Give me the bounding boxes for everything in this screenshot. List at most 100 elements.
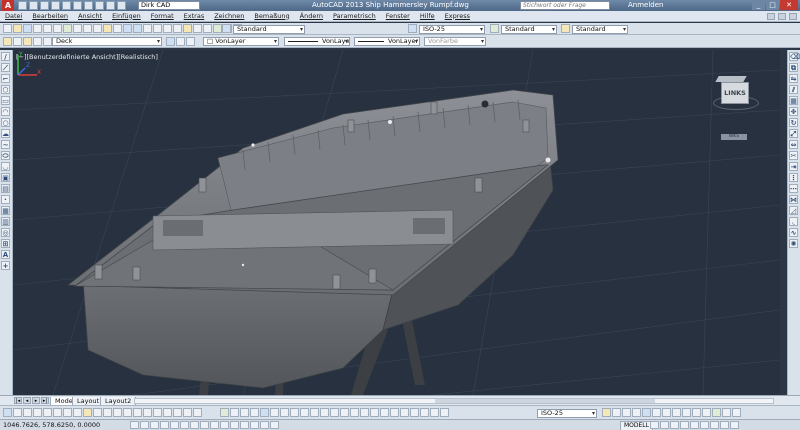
zoom-3d-icon[interactable]	[662, 408, 671, 417]
erase-icon[interactable]: ⌫	[789, 52, 800, 61]
view-icon[interactable]	[642, 408, 651, 417]
ucs-zaxis-icon[interactable]	[330, 408, 339, 417]
menu-bearbeiten[interactable]: Bearbeiten	[27, 11, 73, 22]
ucs-view-icon[interactable]	[310, 408, 319, 417]
sign-in-button[interactable]: Anmelden	[628, 1, 663, 10]
mleader-style-icon[interactable]	[561, 24, 570, 33]
ucs-object-icon[interactable]	[300, 408, 309, 417]
table-icon[interactable]: ⊞	[1, 239, 10, 248]
wcs-menu[interactable]: WKS	[721, 134, 747, 140]
hardware-acceleration-icon[interactable]	[720, 421, 729, 429]
isolate-objects-icon[interactable]	[710, 421, 719, 429]
materials-icon[interactable]	[702, 408, 711, 417]
fly-icon[interactable]	[430, 408, 439, 417]
open-file-icon[interactable]	[29, 1, 38, 10]
design-center-icon[interactable]	[193, 24, 202, 33]
pan-icon[interactable]	[143, 24, 152, 33]
insert-block-icon[interactable]: ▣	[1, 173, 10, 182]
ucs-previous-icon[interactable]	[280, 408, 289, 417]
linear-dim-icon[interactable]	[3, 408, 12, 417]
image-icon[interactable]	[240, 408, 249, 417]
menu-format[interactable]: Format	[146, 11, 179, 22]
stretch-icon[interactable]: ⇔	[789, 140, 798, 149]
continue-icon[interactable]	[103, 408, 112, 417]
print-preview-icon[interactable]	[43, 24, 52, 33]
ucs-apply-icon[interactable]	[380, 408, 389, 417]
block-editor-icon[interactable]	[113, 24, 122, 33]
orbit-icon[interactable]	[440, 408, 449, 417]
new-file-icon[interactable]	[18, 1, 27, 10]
selection-cycling-icon[interactable]	[260, 421, 269, 429]
new-icon[interactable]	[3, 24, 12, 33]
baseline-icon[interactable]	[93, 408, 102, 417]
rectangle-icon[interactable]: ▭	[1, 96, 10, 105]
layer-states-icon[interactable]	[13, 37, 22, 46]
arc-icon[interactable]: ◠	[1, 107, 10, 116]
linetype-select[interactable]: VonLayer	[284, 37, 350, 46]
copy-icon[interactable]	[83, 24, 92, 33]
object-snap-tracking-icon[interactable]	[200, 421, 209, 429]
grid-icon[interactable]	[150, 421, 159, 429]
menu-extras[interactable]: Extras	[179, 11, 210, 22]
workspace-switch-icon[interactable]	[690, 421, 699, 429]
chamfer-icon[interactable]: ◿	[789, 206, 798, 215]
search-input[interactable]: Stichwort oder Frage eingeben	[520, 1, 610, 16]
spline-icon[interactable]: ~	[1, 140, 10, 149]
transparency-icon[interactable]	[240, 421, 249, 429]
dynamic-input-icon[interactable]	[220, 421, 229, 429]
quick-dim-icon[interactable]	[83, 408, 92, 417]
model-space-button[interactable]: MODELL	[620, 421, 653, 430]
make-block-icon[interactable]: ▤	[1, 184, 10, 193]
annotation-monitor-icon[interactable]	[270, 421, 279, 429]
mirror-icon[interactable]: ⇋	[789, 74, 798, 83]
scroll-thumb[interactable]	[435, 399, 655, 403]
blend-curves-icon[interactable]: ∿	[789, 228, 798, 237]
trim-icon[interactable]: ✂	[789, 151, 798, 160]
save-as-icon[interactable]	[51, 1, 60, 10]
menu-fenster[interactable]: Fenster	[381, 11, 415, 22]
annotation-visibility-icon[interactable]	[680, 421, 689, 429]
angular-icon[interactable]	[73, 408, 82, 417]
zoom-previous-icon[interactable]	[173, 24, 182, 33]
layer-previous-icon[interactable]	[176, 37, 185, 46]
open-icon[interactable]	[13, 24, 22, 33]
quick-view-drawings-icon[interactable]	[660, 421, 669, 429]
first-tab-icon[interactable]: |◂	[14, 397, 22, 404]
arc-length-icon[interactable]	[23, 408, 32, 417]
menu-bemassung[interactable]: Bemaßung	[249, 11, 294, 22]
quick-view-layouts-icon[interactable]	[650, 421, 659, 429]
horizontal-scrollbar[interactable]	[134, 398, 774, 404]
break-icon[interactable]: ⋯	[789, 184, 798, 193]
menu-ansicht[interactable]: Ansicht	[73, 11, 107, 22]
environment-icon[interactable]	[732, 408, 741, 417]
line-icon[interactable]: /	[1, 52, 10, 61]
break-at-point-icon[interactable]: ⋮	[789, 173, 798, 182]
clean-screen-icon[interactable]	[730, 421, 739, 429]
color-select[interactable]: □ VonLayer	[203, 37, 279, 46]
layer-manager-icon[interactable]	[3, 37, 12, 46]
inspection-icon[interactable]	[153, 408, 162, 417]
dim-style-manager-icon[interactable]	[602, 408, 611, 417]
swivel-icon[interactable]	[682, 408, 691, 417]
table-style-icon[interactable]	[490, 24, 499, 33]
ucs-world-icon[interactable]	[270, 408, 279, 417]
offset-icon[interactable]: ⫽	[789, 85, 798, 94]
print-icon[interactable]	[62, 1, 71, 10]
annotation-scale-icon[interactable]	[670, 421, 679, 429]
polygon-icon[interactable]: ⬡	[1, 85, 10, 94]
menu-express[interactable]: Express	[440, 11, 475, 22]
ucs-face-icon[interactable]	[290, 408, 299, 417]
mleader-style-select[interactable]: Standard	[572, 25, 628, 34]
menu-parametrisch[interactable]: Parametrisch	[328, 11, 381, 22]
explode-icon[interactable]: ✺	[789, 239, 798, 248]
join-icon[interactable]: ⋈	[789, 195, 798, 204]
print-icon[interactable]	[33, 24, 42, 33]
radius-icon[interactable]	[43, 408, 52, 417]
tolerance-icon[interactable]	[133, 408, 142, 417]
minimize-icon[interactable]: _	[752, 0, 765, 10]
3d-object-snap-icon[interactable]	[190, 421, 199, 429]
menu-hilfe[interactable]: Hilfe	[415, 11, 440, 22]
last-tab-icon[interactable]: ▸|	[41, 397, 49, 404]
ellipse-icon[interactable]: ⬭	[1, 151, 10, 160]
extend-icon[interactable]: ⇥	[789, 162, 798, 171]
